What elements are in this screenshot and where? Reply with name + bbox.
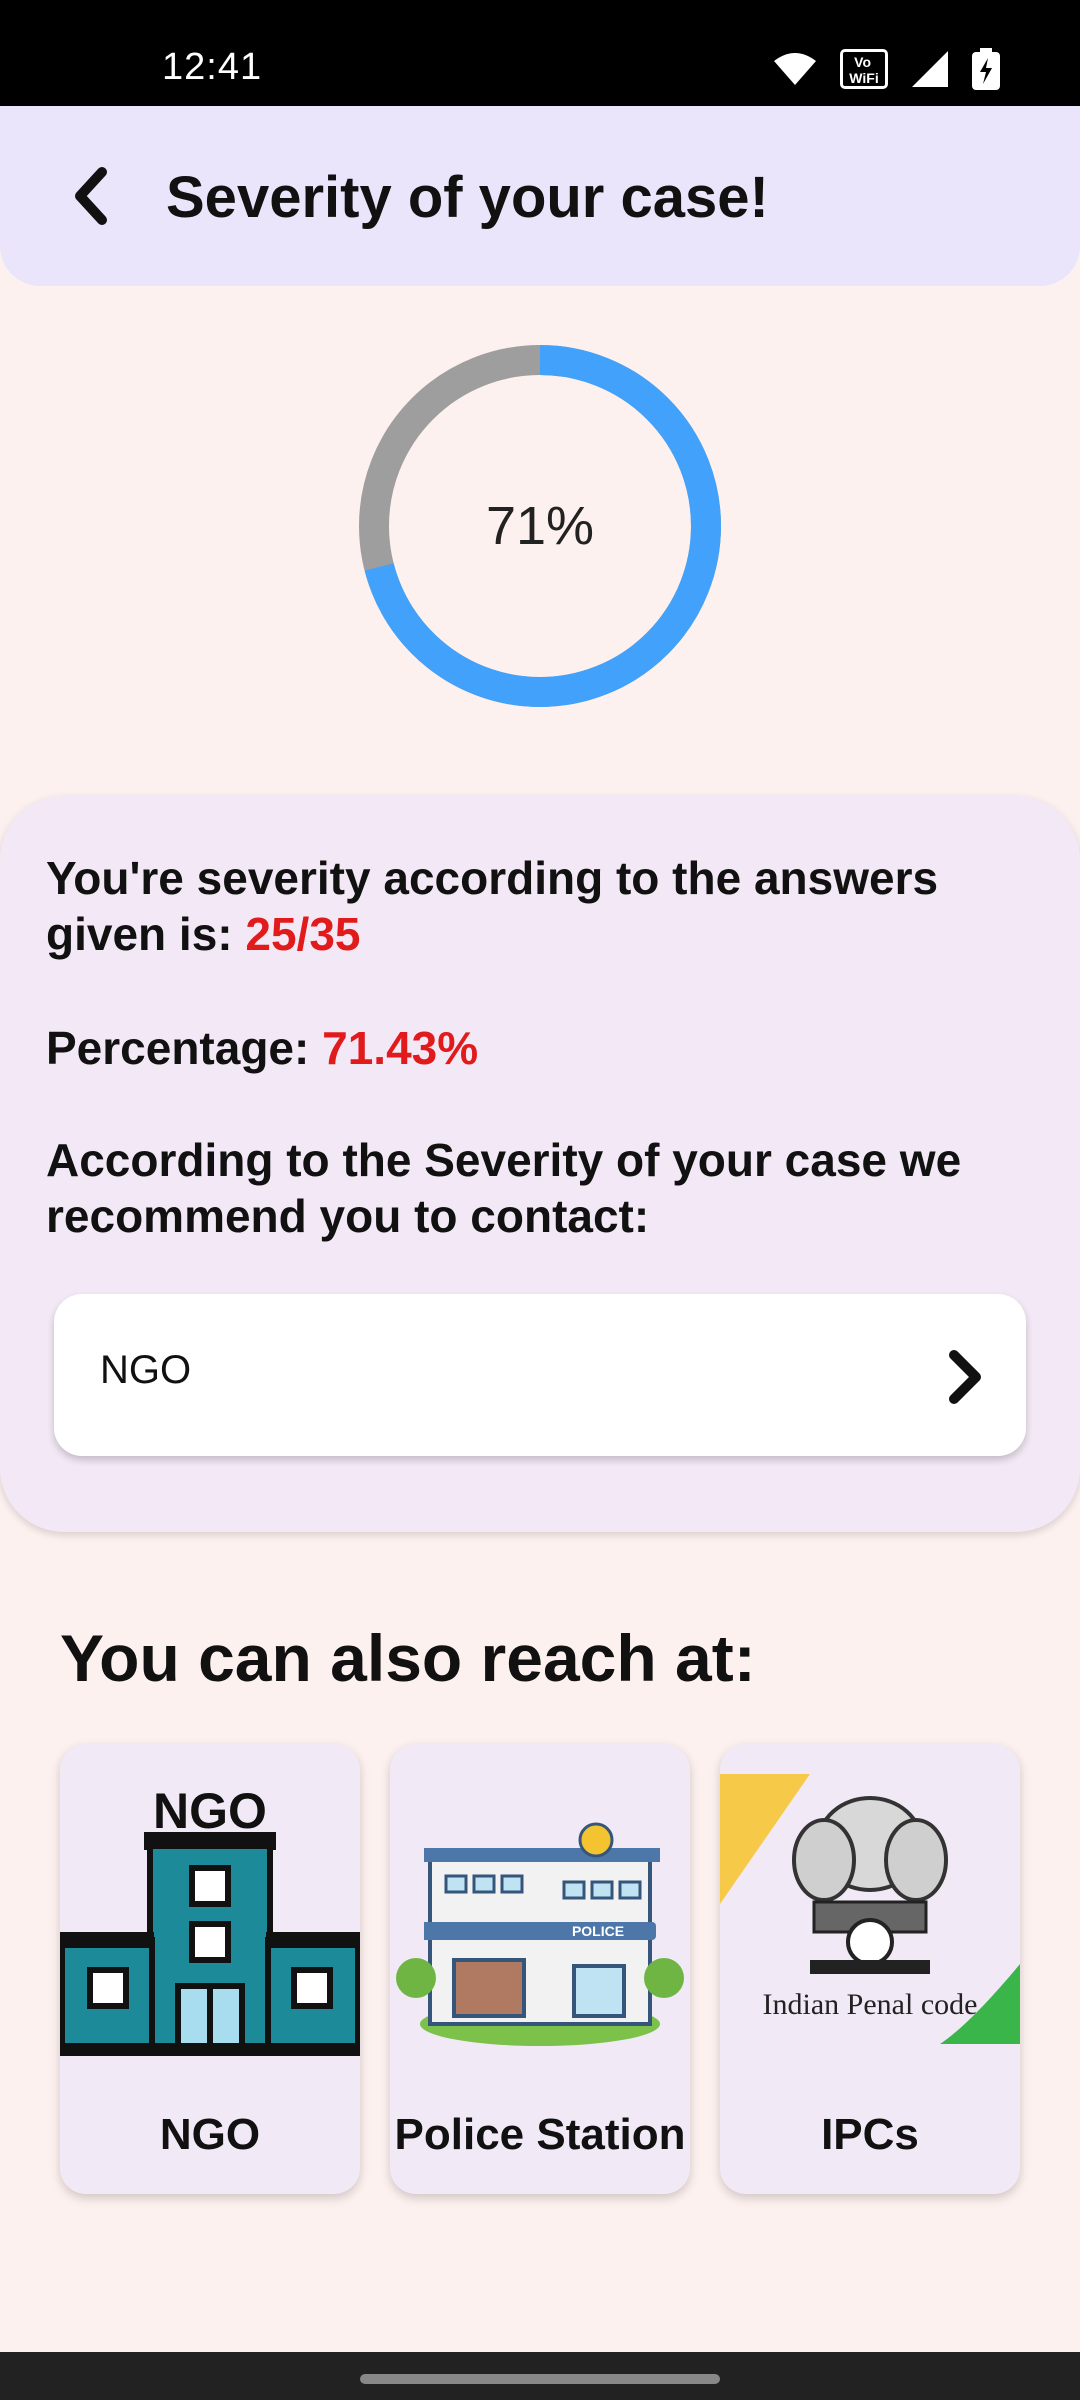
ngo-sign-text: NGO — [153, 1783, 267, 1839]
severity-score-value: 25/35 — [245, 908, 361, 960]
national-emblem-icon: Indian Penal code — [720, 1774, 1020, 2044]
ipc-caption-text: Indian Penal code — [763, 1988, 978, 2021]
battery-charging-icon — [972, 48, 1000, 90]
progress-percent-label: 71% — [485, 496, 595, 556]
signal-icon — [910, 49, 950, 89]
status-bar: 12:41 Vo WiFi — [0, 0, 1080, 106]
ngo-tile-label: NGO — [159, 2110, 261, 2159]
back-arrow-icon — [75, 167, 107, 225]
severity-info-card: You're severity according to the answers… — [0, 796, 1080, 1532]
wifi-icon — [772, 51, 818, 87]
chevron-right-icon — [949, 1350, 981, 1404]
navigation-bar — [0, 2352, 1080, 2400]
recommended-contact-label: NGO — [100, 1348, 192, 1392]
police-station-tile[interactable]: POLICE Police Station — [390, 1744, 690, 2194]
status-time: 12:41 — [162, 46, 263, 88]
vowifi-icon: Vo WiFi — [840, 49, 888, 89]
vowifi-badge-text: Vo WiFi — [849, 54, 879, 86]
police-station-tile-label: Police Station — [394, 2110, 686, 2159]
recommended-contact-button[interactable]: NGO — [54, 1294, 1026, 1456]
recommendation-text: According to the Severity of your case w… — [46, 1134, 962, 1242]
app-bar: Severity of your case! — [0, 106, 1080, 286]
ipc-tile[interactable]: Indian Penal code IPCs — [720, 1744, 1020, 2194]
ngo-tile[interactable]: NGO NGO — [60, 1744, 360, 2194]
page-title: Severity of your case! — [166, 165, 769, 230]
back-button[interactable] — [50, 156, 130, 236]
severity-score-text: You're severity according to the answers… — [46, 850, 1046, 962]
percentage-text: Percentage: 71.43% — [46, 1020, 1046, 1076]
ngo-building-icon: NGO — [60, 1783, 360, 2056]
police-sign-text: POLICE — [572, 1923, 624, 1939]
police-station-icon: POLICE — [396, 1822, 684, 2046]
ipc-tile-label: IPCs — [821, 2110, 919, 2159]
percentage-value: 71.43% — [322, 1022, 479, 1074]
reach-section-title: You can also reach at: — [60, 1621, 756, 1695]
home-gesture-handle[interactable] — [360, 2374, 720, 2384]
status-icons: Vo WiFi — [772, 48, 1000, 90]
severity-score-label: You're severity according to the answers… — [46, 852, 939, 960]
percentage-label: Percentage: — [46, 1022, 323, 1074]
severity-progress-ring: 71% — [358, 344, 722, 708]
